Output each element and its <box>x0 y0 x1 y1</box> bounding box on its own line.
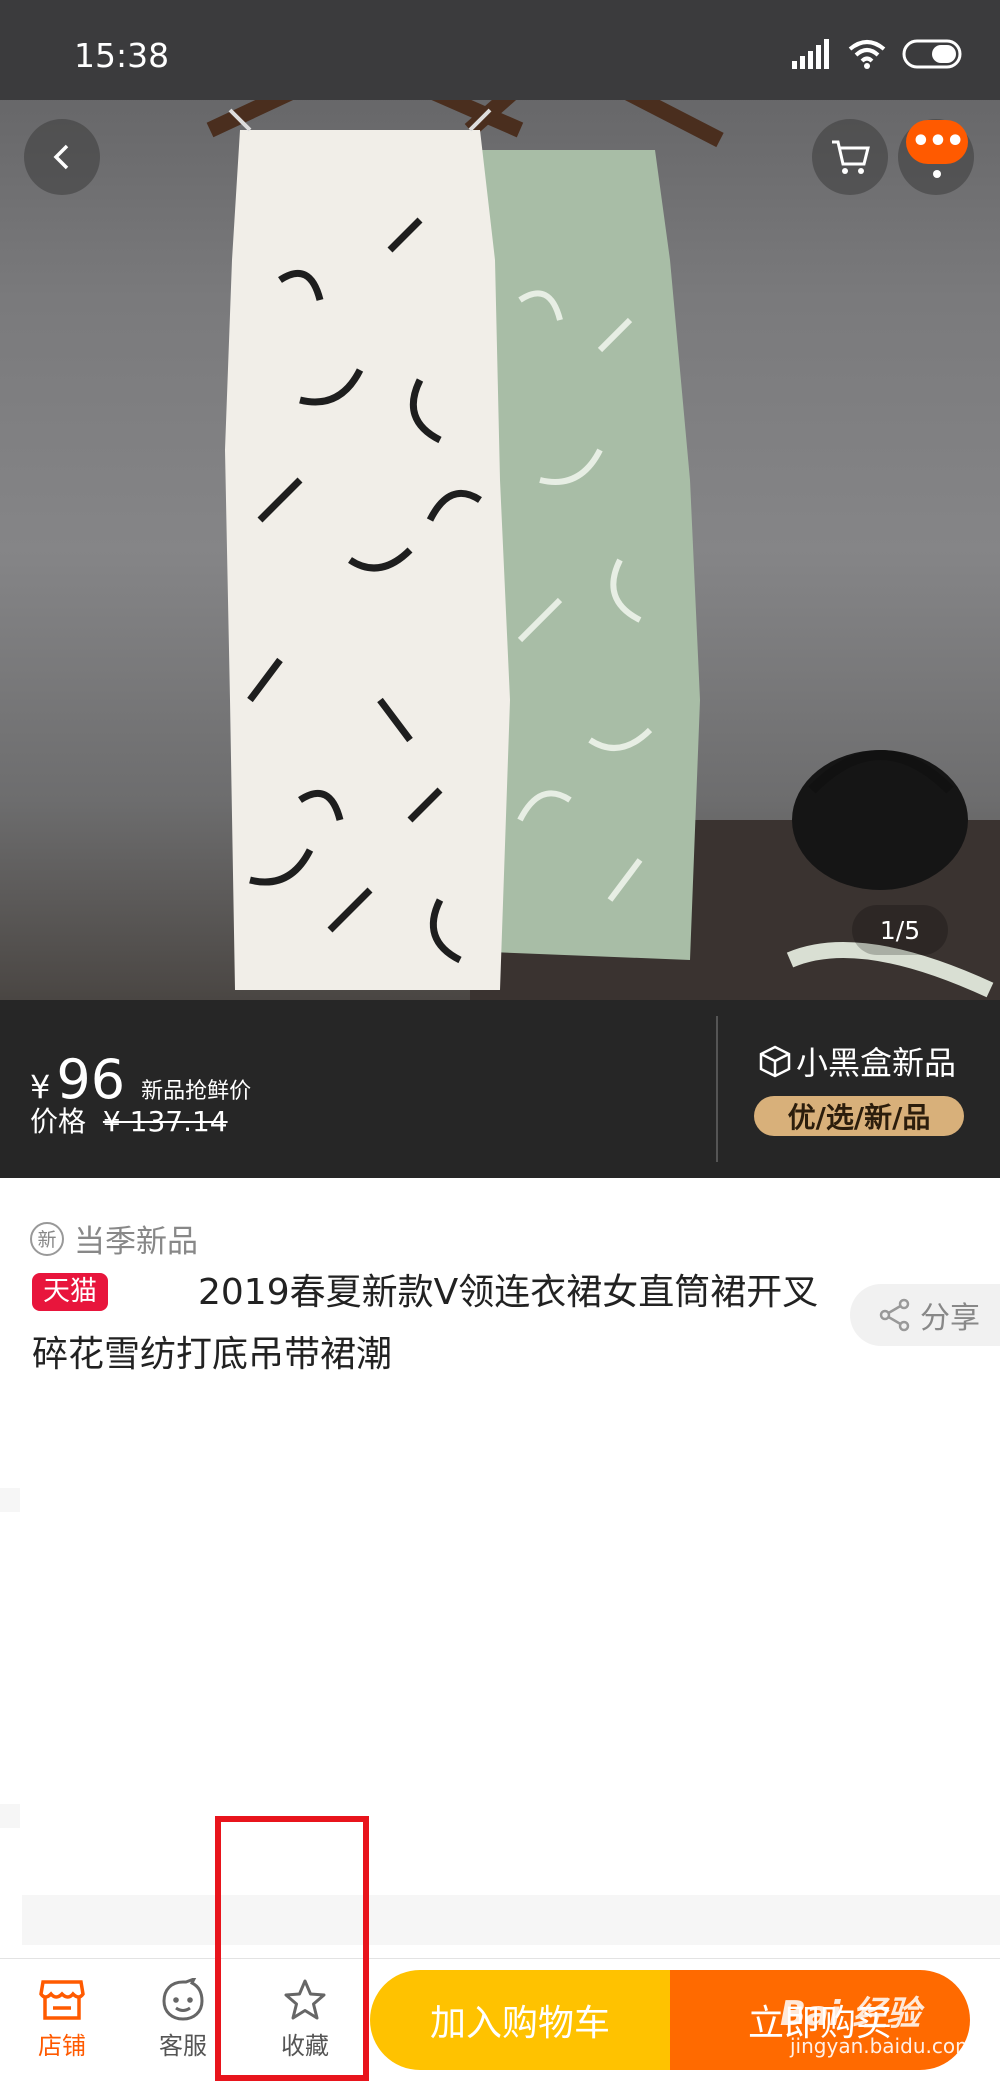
image-counter: 1/5 <box>852 905 948 955</box>
status-bar: 15:38 <box>0 0 1000 100</box>
back-button[interactable] <box>24 119 100 195</box>
cart-icon <box>832 140 870 174</box>
wifi-icon <box>848 40 886 69</box>
store-icon <box>39 1980 85 2020</box>
service-label: 客服 <box>159 2032 207 2060</box>
store-label: 店铺 <box>38 2032 86 2060</box>
placeholder-strip <box>0 1804 20 1828</box>
service-icon <box>162 1978 204 2021</box>
blackbox-pill: 优/选/新/品 <box>754 1096 964 1136</box>
watermark-url: jingyan.baidu.com <box>790 2034 975 2058</box>
box-icon <box>759 1045 791 1078</box>
battery-icon <box>902 39 962 69</box>
original-price-label: 价格 <box>30 1105 87 1138</box>
placeholder-strip <box>0 1488 20 1512</box>
product-title: 天猫 2019春夏新款V领连衣裙女直筒裙开叉碎花雪纺打底吊带裙潮 <box>32 1262 842 1386</box>
signal-icon <box>792 39 829 69</box>
share-label: 分享 <box>920 1301 980 1336</box>
season-badge: 新 当季新品 <box>30 1216 198 1261</box>
original-price: ¥ 137.14 <box>102 1105 228 1138</box>
blackbox-label: 小黑盒新品 <box>796 1044 957 1082</box>
add-to-cart-button[interactable]: 加入购物车 <box>370 1970 670 2070</box>
banner-divider <box>716 1016 718 1162</box>
new-icon: 新 <box>30 1221 64 1256</box>
placeholder-strip <box>22 1895 1000 1945</box>
cart-button[interactable] <box>812 119 888 195</box>
product-title-text: 2019春夏新款V领连衣裙女直筒裙开叉碎花雪纺打底吊带裙潮 <box>32 1272 819 1375</box>
share-icon <box>879 1298 910 1332</box>
season-label: 当季新品 <box>74 1224 198 1260</box>
tmall-badge: 天猫 <box>32 1273 108 1311</box>
notification-dot <box>933 170 941 178</box>
watermark: Bai 经验 <box>780 1994 921 2034</box>
original-price-row: 价格 ¥ 137.14 <box>30 1100 228 1140</box>
status-icons <box>792 38 966 70</box>
share-button[interactable]: 分享 <box>850 1284 1000 1346</box>
blackbox-title[interactable]: 小黑盒新品 <box>758 1038 956 1084</box>
status-time: 15:38 <box>74 36 170 75</box>
more-badge[interactable]: ••• <box>906 120 968 164</box>
store-button[interactable]: 店铺 <box>12 1978 112 2061</box>
chevron-left-icon <box>53 144 69 170</box>
favorite-highlight-box <box>215 1816 369 2081</box>
